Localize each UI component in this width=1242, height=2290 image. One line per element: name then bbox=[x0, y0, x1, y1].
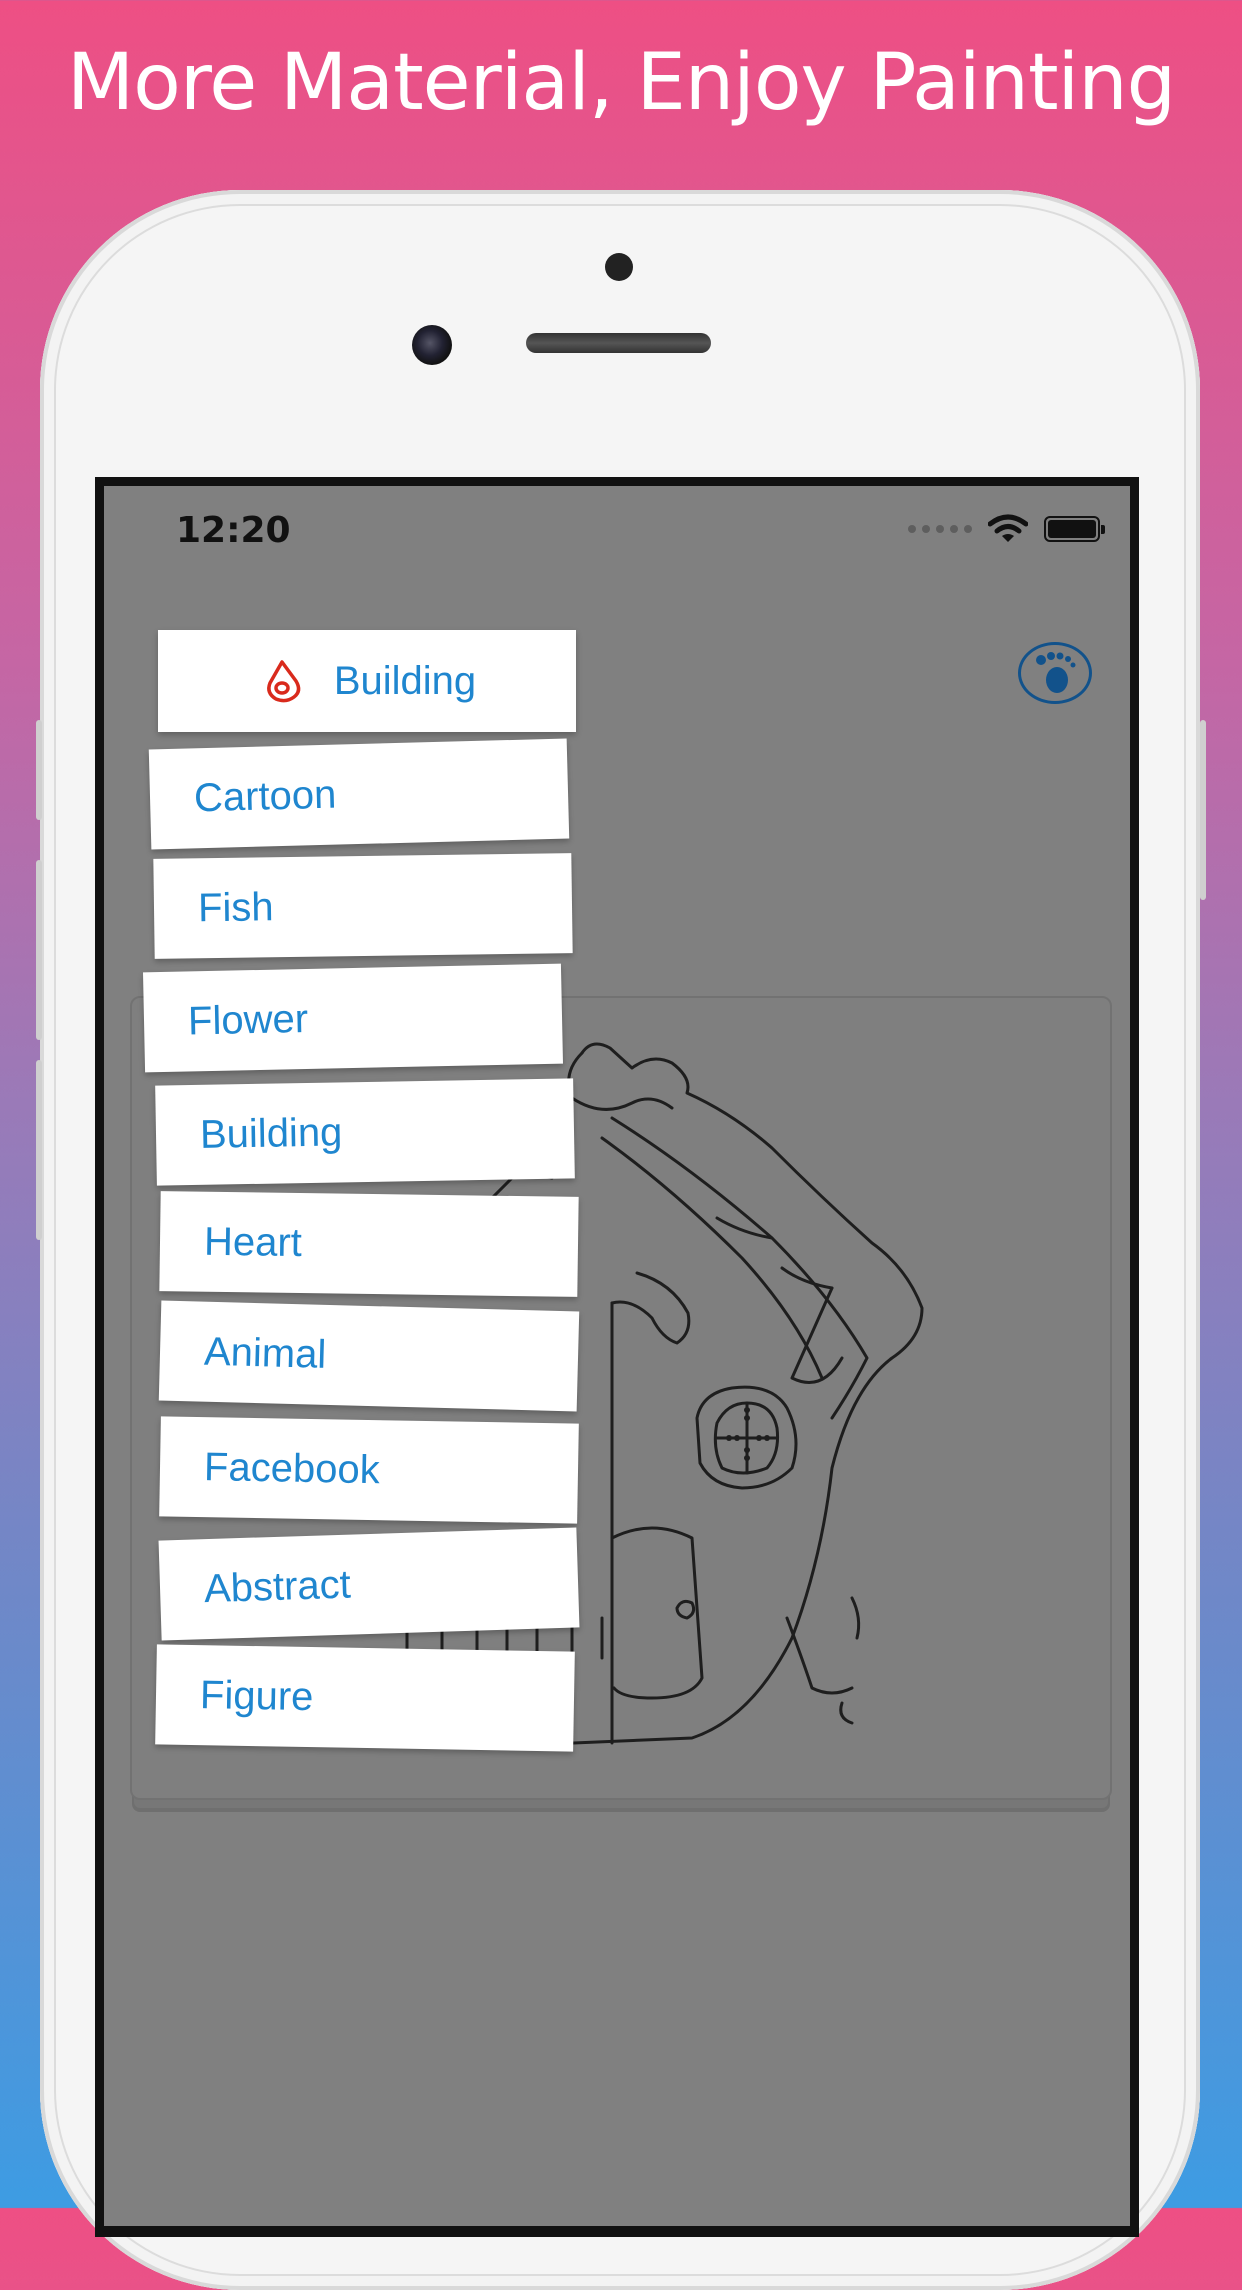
status-time: 12:20 bbox=[176, 510, 291, 551]
signal-dots-icon bbox=[908, 525, 972, 533]
status-icons bbox=[908, 514, 1105, 544]
footprint-icon bbox=[1036, 652, 1076, 693]
category-item-label: Building bbox=[199, 1109, 343, 1157]
category-item-label: Cartoon bbox=[193, 772, 337, 820]
app-screen: 12:20 Building Cartoon Fish Flower Build… bbox=[104, 486, 1130, 2226]
category-item-building[interactable]: Building bbox=[155, 1078, 575, 1186]
category-item-figure[interactable]: Figure bbox=[155, 1644, 575, 1752]
category-item-abstract[interactable]: Abstract bbox=[158, 1527, 580, 1641]
category-item-label: Figure bbox=[199, 1672, 314, 1719]
category-dropdown-selected[interactable]: Building bbox=[158, 630, 576, 732]
proximity-sensor bbox=[605, 253, 633, 281]
earpiece-speaker bbox=[526, 333, 711, 353]
category-item-fish[interactable]: Fish bbox=[153, 853, 573, 959]
phone-volume-up-button bbox=[36, 860, 42, 1040]
headline: More Material, Enjoy Painting bbox=[66, 38, 1176, 128]
category-item-label: Abstract bbox=[203, 1562, 352, 1611]
footprint-button[interactable] bbox=[1018, 642, 1092, 704]
front-camera bbox=[412, 325, 452, 365]
category-item-facebook[interactable]: Facebook bbox=[159, 1416, 579, 1524]
selected-category-label: Building bbox=[333, 658, 477, 703]
category-item-label: Fish bbox=[197, 884, 274, 930]
category-item-label: Heart bbox=[203, 1219, 303, 1265]
category-item-label: Animal bbox=[203, 1329, 327, 1377]
category-item-label: Facebook bbox=[203, 1444, 381, 1492]
category-item-animal[interactable]: Animal bbox=[158, 1300, 580, 1412]
wifi-icon bbox=[988, 514, 1028, 542]
category-item-heart[interactable]: Heart bbox=[159, 1191, 579, 1297]
category-item-flower[interactable]: Flower bbox=[142, 963, 564, 1073]
category-item-cartoon[interactable]: Cartoon bbox=[148, 738, 570, 850]
phone-power-button bbox=[1200, 720, 1206, 900]
battery-icon bbox=[1044, 516, 1105, 542]
phone-volume-down-button bbox=[36, 1060, 42, 1240]
drop-icon bbox=[258, 657, 306, 705]
category-item-label: Flower bbox=[187, 996, 309, 1043]
phone-side-button bbox=[36, 720, 42, 820]
